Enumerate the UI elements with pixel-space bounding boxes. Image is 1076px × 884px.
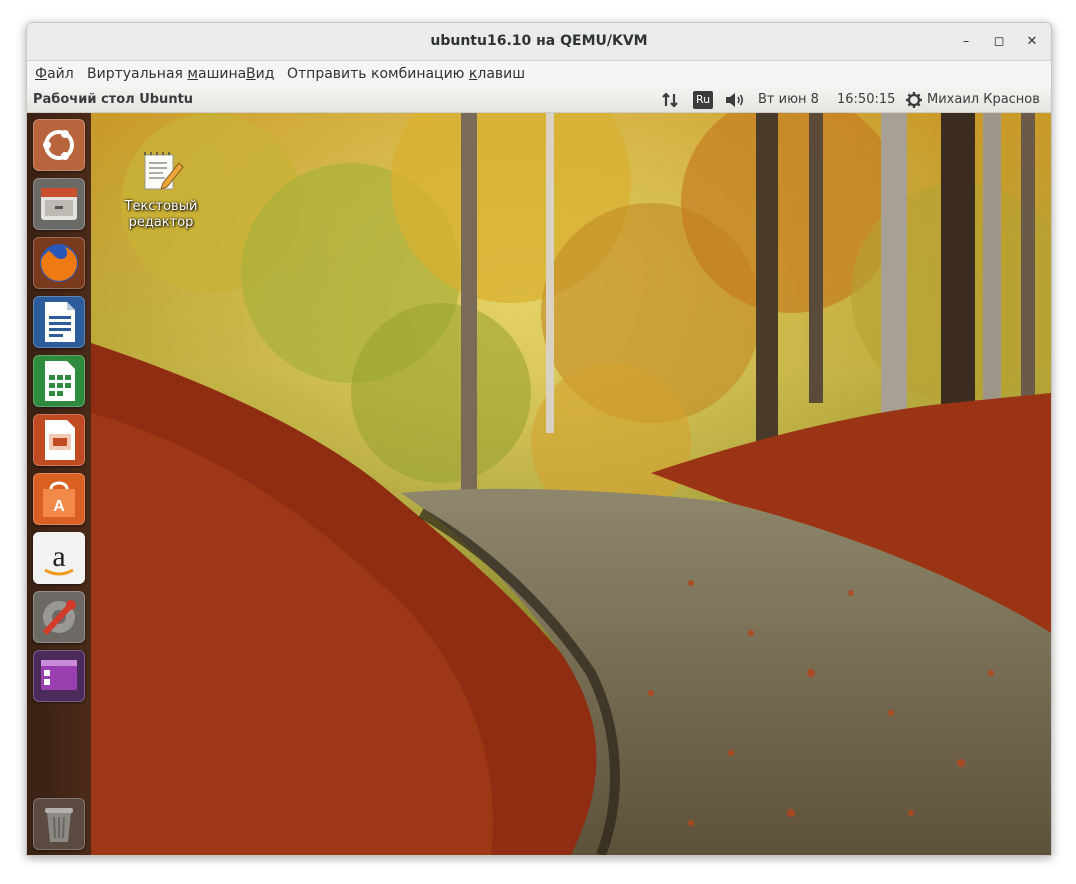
network-icon[interactable]	[661, 88, 679, 112]
volume-icon[interactable]	[724, 88, 746, 112]
libreoffice-impress-icon[interactable]	[33, 414, 85, 466]
keyboard-layout-indicator[interactable]: Ru	[693, 91, 713, 109]
desktop-icon-label-line1: Текстовый	[124, 199, 198, 214]
desktop-icon-text-editor[interactable]: Текстовый редактор	[121, 151, 201, 231]
top-panel: Рабочий стол Ubuntu Ru Вт июн 8 16:50:15…	[27, 88, 1051, 113]
desktop-icon-label-line2: редактор	[128, 215, 194, 230]
panel-date[interactable]: Вт июн 8	[758, 88, 819, 112]
maximize-button[interactable]: ◻	[988, 31, 1010, 53]
menu-send-key[interactable]: Отправить комбинацию клавиш	[287, 61, 525, 88]
window-title: ubuntu16.10 на QEMU/KVM	[430, 33, 648, 49]
desktop: A a Текстовый редактор	[27, 113, 1051, 855]
files-icon[interactable]	[33, 178, 85, 230]
trash-icon[interactable]	[33, 798, 85, 850]
firefox-icon[interactable]	[33, 237, 85, 289]
menu-view[interactable]: Вид	[246, 61, 274, 88]
text-editor-icon	[144, 152, 184, 190]
panel-user-name[interactable]: Михаил Краснов	[927, 88, 1040, 112]
ubuntu-software-icon[interactable]: A	[33, 473, 85, 525]
title-bar[interactable]: ubuntu16.10 на QEMU/KVM – ◻ ✕	[27, 23, 1051, 61]
svg-text:a: a	[52, 540, 65, 573]
session-gear-icon[interactable]	[905, 88, 923, 112]
panel-title: Рабочий стол Ubuntu	[33, 92, 194, 107]
system-settings-icon[interactable]	[33, 591, 85, 643]
minimize-button[interactable]: –	[955, 31, 977, 53]
menu-virtual-machine[interactable]: Виртуальная машина	[87, 61, 246, 88]
vm-window: ubuntu16.10 на QEMU/KVM – ◻ ✕ Файл Вирту…	[26, 22, 1052, 856]
libreoffice-writer-icon[interactable]	[33, 296, 85, 348]
ubuntu-dash-icon[interactable]	[33, 119, 85, 171]
menu-file[interactable]: Файл	[35, 61, 74, 88]
autumn-forest-wallpaper	[91, 113, 1051, 855]
close-button[interactable]: ✕	[1021, 31, 1043, 53]
svg-text:A: A	[53, 498, 65, 515]
panel-clock[interactable]: 16:50:15	[837, 88, 895, 112]
amazon-icon[interactable]: a	[33, 532, 85, 584]
libreoffice-calc-icon[interactable]	[33, 355, 85, 407]
menu-bar: Файл Виртуальная машина Вид Отправить ко…	[27, 61, 1051, 88]
unity-launcher: A a	[27, 113, 91, 855]
workspace-switcher-icon[interactable]	[33, 650, 85, 702]
